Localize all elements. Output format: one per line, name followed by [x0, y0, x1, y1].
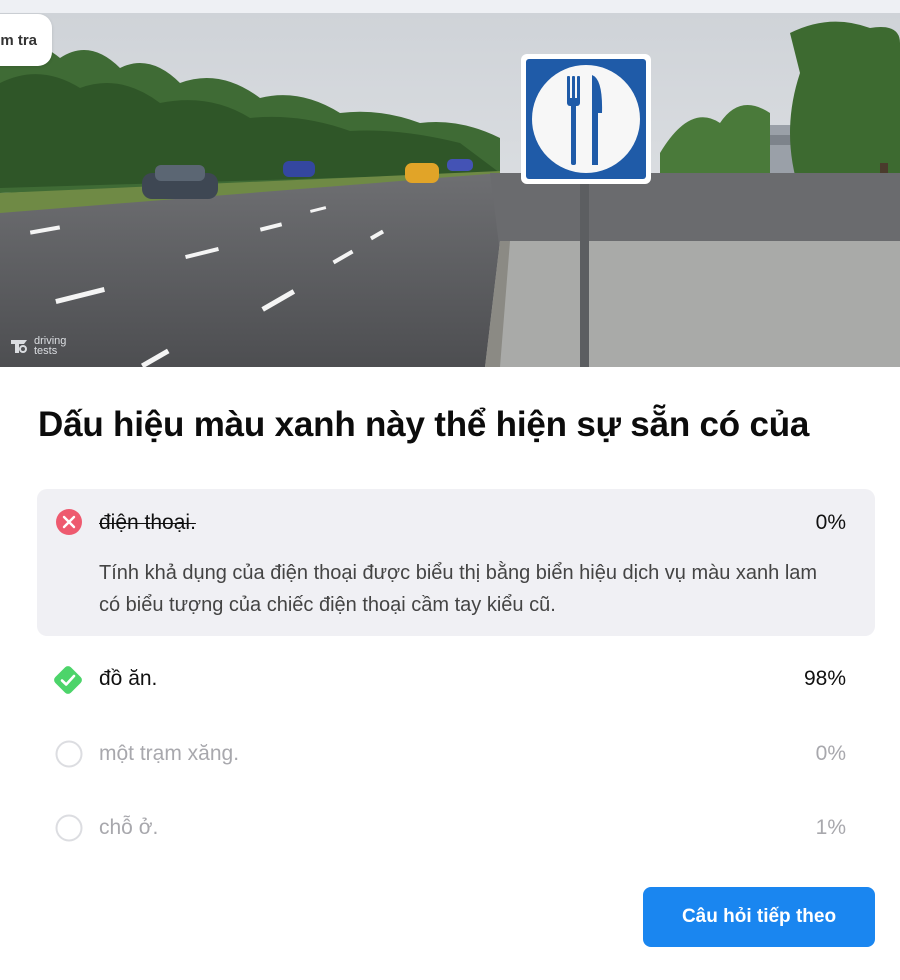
- answer-label: một trạm xăng.: [99, 742, 240, 765]
- next-question-button[interactable]: Câu hỏi tiếp theo: [643, 887, 875, 947]
- answer-option-1[interactable]: điện thoại. 0% Tính khả dụng của điện th…: [37, 489, 875, 636]
- answer-percent: 0%: [815, 511, 846, 534]
- watermark-line-2: tests: [34, 345, 58, 357]
- answer-percent: 1%: [815, 816, 846, 839]
- answer-percent: 0%: [815, 742, 846, 765]
- next-question-label: Câu hỏi tiếp theo: [681, 906, 837, 927]
- x-circle-icon: [56, 509, 82, 535]
- answer-label: chỗ ở.: [99, 816, 159, 839]
- question-image: [0, 13, 900, 367]
- answer-explanation: Tính khả dụng của điện thoại được biểu t…: [99, 562, 818, 616]
- answer-option-2[interactable]: đồ ăn. 98%: [37, 650, 875, 708]
- driving-tests-logo-icon: [11, 340, 27, 353]
- empty-circle-icon: [55, 814, 83, 842]
- answer-percent: 98%: [803, 667, 846, 690]
- question-text: Dấu hiệu màu xanh này thể hiện sự sẵn có…: [38, 405, 810, 444]
- empty-circle-icon: [55, 740, 83, 768]
- answer-option-3[interactable]: một trạm xăng. 0%: [37, 730, 875, 788]
- watermark: driving tests: [9, 336, 66, 357]
- answer-label: điện thoại.: [99, 511, 196, 534]
- answer-option-4[interactable]: chỗ ở. 1%: [37, 804, 875, 862]
- check-diamond-icon: [54, 666, 82, 694]
- answer-label: đồ ăn.: [99, 667, 158, 690]
- back-button[interactable]: m tra: [0, 14, 52, 66]
- top-strip: [0, 0, 900, 13]
- back-button-label: m tra: [0, 31, 37, 49]
